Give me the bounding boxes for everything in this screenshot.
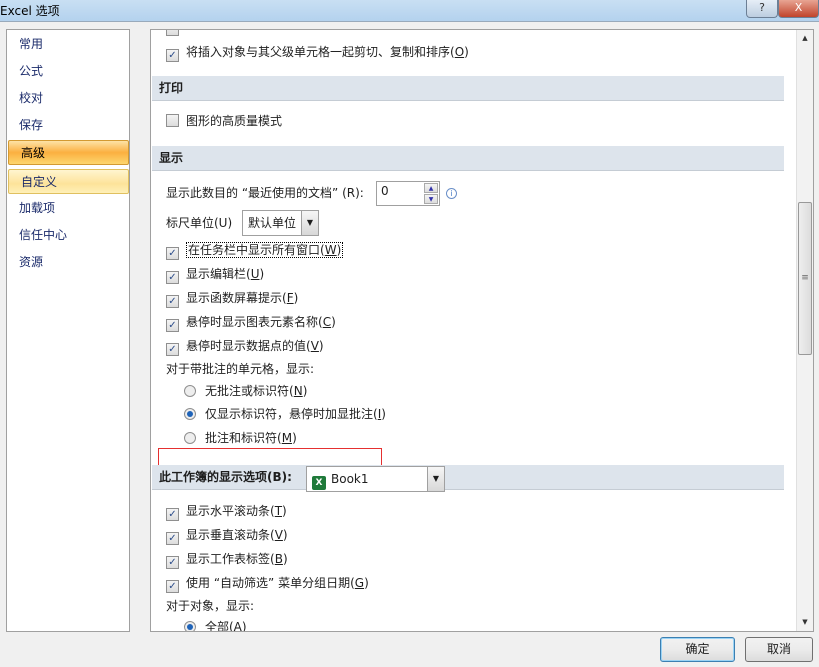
radio-icon[interactable] [184, 432, 196, 444]
close-button[interactable]: X [778, 0, 819, 18]
sidebar-item-advanced[interactable]: 高级 [8, 140, 129, 165]
chevron-down-icon[interactable]: ▼ [301, 211, 318, 235]
scrollbar-thumb[interactable]: ≡ [798, 202, 812, 355]
objects-label: 对于对象，显示: [166, 597, 254, 615]
checkbox-icon[interactable]: ✓ [166, 508, 179, 521]
checkbox-icon[interactable]: ✓ [166, 49, 179, 62]
checkbox-cut-copy-sort-objects[interactable]: ✓将插入对象与其父级单元格一起剪切、复制和排序(O) [166, 43, 469, 61]
checkbox-horizontal-scrollbar[interactable]: ✓显示水平滚动条(T) [166, 502, 287, 520]
checkbox-show-all-windows-taskbar[interactable]: ✓在任务栏中显示所有窗口(W) [166, 241, 343, 259]
radio-indicators-only[interactable]: 仅显示标识符，悬停时加显批注(I) [184, 405, 386, 423]
clipped-row [166, 29, 186, 39]
checkbox-chart-element-names[interactable]: ✓悬停时显示图表元素名称(C) [166, 313, 336, 331]
checkbox-vertical-scrollbar[interactable]: ✓显示垂直滚动条(V) [166, 526, 288, 544]
info-icon: i [446, 188, 457, 199]
checkbox-icon[interactable]: ✓ [166, 580, 179, 593]
spin-down-icon[interactable]: ▼ [424, 194, 438, 204]
sidebar-item-resources[interactable]: 资源 [7, 250, 129, 275]
options-panel: ✓将插入对象与其父级单元格一起剪切、复制和排序(O) 打印 图形的高质量模式 显… [150, 29, 814, 632]
sidebar-item-proofing[interactable]: 校对 [7, 86, 129, 111]
recent-docs-label: 显示此数目的 “最近使用的文档” (R): [166, 184, 364, 202]
checkbox-icon[interactable]: ✓ [166, 319, 179, 332]
sidebar-item-save[interactable]: 保存 [7, 113, 129, 138]
ruler-units-label: 标尺单位(U) [166, 214, 232, 232]
sidebar: 常用 公式 校对 保存 高级 自定义 加载项 信任中心 资源 [6, 29, 130, 632]
excel-icon: X [312, 476, 326, 490]
radio-icon[interactable] [184, 385, 196, 397]
chevron-down-icon[interactable]: ▼ [427, 467, 444, 491]
cancel-button[interactable]: 取消 [745, 637, 813, 662]
spin-up-icon[interactable]: ▲ [424, 183, 438, 193]
checkbox-function-screentips[interactable]: ✓显示函数屏幕提示(F) [166, 289, 298, 307]
radio-no-comments[interactable]: 无批注或标识符(N) [184, 382, 307, 400]
sidebar-item-addins[interactable]: 加载项 [7, 196, 129, 221]
sidebar-item-formulas[interactable]: 公式 [7, 59, 129, 84]
sidebar-item-customize[interactable]: 自定义 [8, 169, 129, 194]
checkbox-icon[interactable]: ✓ [166, 343, 179, 356]
help-button[interactable]: ? [746, 0, 778, 18]
ruler-units-select[interactable]: 默认单位▼ [242, 210, 319, 236]
ok-button[interactable]: 确定 [660, 637, 735, 662]
sidebar-item-trust-center[interactable]: 信任中心 [7, 223, 129, 248]
radio-icon[interactable] [184, 621, 196, 632]
scroll-up-icon[interactable]: ▲ [797, 30, 813, 47]
comments-label: 对于带批注的单元格，显示: [166, 360, 314, 378]
section-print: 打印 [152, 76, 784, 101]
radio-show-all-objects[interactable]: 全部(A) [184, 618, 247, 632]
checkbox-icon[interactable] [166, 114, 179, 127]
recent-docs-spinner[interactable]: 0 ▲ ▼ [376, 181, 440, 206]
workbook-select[interactable]: XBook1▼ [306, 466, 445, 492]
checkbox-icon[interactable]: ✓ [166, 271, 179, 284]
section-workbook-display: 此工作簿的显示选项(B): [152, 465, 784, 490]
window-title: Excel 选项 [0, 2, 60, 19]
checkbox-high-quality-graphics[interactable]: 图形的高质量模式 [166, 112, 282, 130]
scroll-down-icon[interactable]: ▼ [797, 614, 813, 631]
title-bar: Excel 选项 ? X [0, 0, 819, 22]
vertical-scrollbar[interactable]: ▲ ≡ ▼ [796, 30, 813, 631]
checkbox-icon[interactable]: ✓ [166, 532, 179, 545]
section-display: 显示 [152, 146, 784, 171]
checkbox-icon[interactable]: ✓ [166, 295, 179, 308]
sidebar-item-common[interactable]: 常用 [7, 32, 129, 57]
radio-comments-and-indicators[interactable]: 批注和标识符(M) [184, 429, 297, 447]
checkbox-show-formula-bar[interactable]: ✓显示编辑栏(U) [166, 265, 264, 283]
checkbox-sheet-tabs[interactable]: ✓显示工作表标签(B) [166, 550, 288, 568]
checkbox-group-dates-autofilter[interactable]: ✓使用 “自动筛选” 菜单分组日期(G) [166, 574, 369, 592]
checkbox-icon[interactable]: ✓ [166, 247, 179, 260]
checkbox-icon[interactable]: ✓ [166, 556, 179, 569]
radio-icon[interactable] [184, 408, 196, 420]
checkbox-data-point-values[interactable]: ✓悬停时显示数据点的值(V) [166, 337, 324, 355]
